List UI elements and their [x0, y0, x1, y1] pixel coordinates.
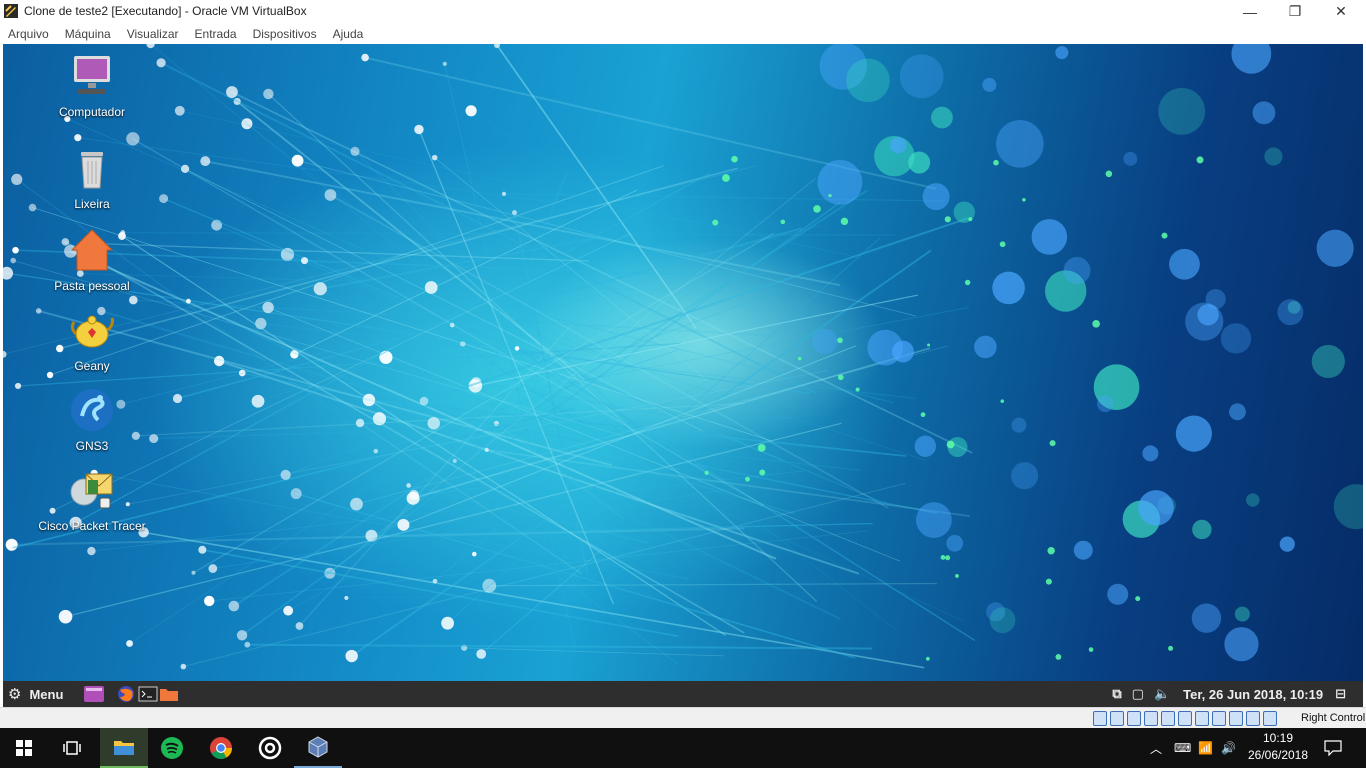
wifi-icon[interactable]: 📶 [1198, 728, 1213, 768]
packet-tracer-icon [70, 473, 113, 509]
menu-entrada[interactable]: Entrada [195, 27, 237, 41]
virtualbox-icon [308, 736, 328, 758]
device-status-icons [1093, 711, 1280, 726]
desktop-icon-label: Computador [58, 105, 126, 119]
desktop-icon-computador[interactable]: Computador [37, 52, 147, 119]
chrome-icon [210, 737, 232, 759]
host-key-label: Right Control [1301, 712, 1366, 724]
network-adapter-icon[interactable] [1144, 711, 1158, 726]
desktop-icon-cisco-packet-tracer[interactable]: Cisco Packet Tracer [37, 466, 147, 533]
close-button[interactable]: ✕ [1318, 0, 1364, 23]
geany-icon [70, 315, 114, 348]
desktop-icon-geany[interactable]: Geany [37, 306, 147, 373]
guest-menu-button[interactable]: ⚙ Menu [8, 685, 63, 703]
keyboard-capture-icon[interactable] [1263, 711, 1277, 726]
virtualbox-status-bar: Right Control [0, 707, 1366, 729]
guest-screen[interactable]: Computador Lixeira Pasta pessoal Geany G… [3, 44, 1363, 707]
desktop-wallpaper [3, 44, 1363, 670]
desktop-icon-label: Lixeira [74, 197, 110, 211]
taskbar-time: 10:19 [1262, 731, 1294, 745]
window-title: Clone de teste2 [Executando] - Oracle VM… [24, 4, 307, 18]
show-hidden-icons-button[interactable]: ︿ [1150, 728, 1162, 768]
start-button[interactable] [0, 728, 48, 768]
firefox-icon[interactable] [117, 685, 135, 703]
file-manager-icon[interactable] [159, 685, 179, 703]
guest-menu-label: Menu [29, 686, 64, 702]
minimize-button[interactable]: — [1227, 0, 1273, 23]
display-icon[interactable]: ⊟ [1335, 686, 1346, 702]
desktop-icon-lixeira[interactable]: Lixeira [37, 144, 147, 211]
menu-visualizar[interactable]: Visualizar [127, 27, 179, 41]
task-view-button[interactable] [48, 728, 96, 768]
terminal-icon[interactable] [138, 685, 158, 703]
network-icon[interactable]: ⧉ [1112, 686, 1121, 702]
trash-icon [81, 152, 103, 189]
taskbar-clock[interactable]: 10:19 26/06/2018 [1238, 730, 1318, 764]
groove-button[interactable] [246, 728, 294, 768]
desktop-icon-label: GNS3 [75, 439, 109, 453]
start-icon [16, 740, 32, 756]
virtualbox-app-icon [4, 4, 18, 18]
window-title-bar: Clone de teste2 [Executando] - Oracle VM… [0, 0, 1366, 23]
menu-arquivo[interactable]: Arquivo [8, 27, 49, 41]
menu-dispositivos[interactable]: Dispositivos [253, 27, 317, 41]
guest-clock[interactable]: Ter, 26 Jun 2018, 10:19 [1183, 687, 1323, 702]
desktop-icon-label: Pasta pessoal [54, 279, 130, 293]
restore-button[interactable]: ❐ [1272, 0, 1318, 23]
menu-maquina[interactable]: Máquina [65, 27, 111, 41]
spotify-icon [161, 737, 183, 759]
virtualbox-button[interactable] [294, 728, 342, 768]
virtualization-icon[interactable] [1229, 711, 1243, 726]
shared-folders-icon[interactable] [1178, 711, 1192, 726]
gns3-icon [71, 389, 113, 431]
speaker-icon[interactable]: 🔊 [1221, 728, 1236, 768]
show-desktop-icon[interactable] [83, 685, 105, 703]
notification-icon [1324, 740, 1342, 756]
guest-tray: ⧉ ▢ 🔈 Ter, 26 Jun 2018, 10:19 ⊟ [1107, 681, 1351, 707]
hard-disk-icon[interactable] [1093, 711, 1107, 726]
menu-bar: Arquivo Máquina Visualizar Entrada Dispo… [0, 23, 1366, 44]
keyboard-icon[interactable]: ⌨ [1174, 728, 1191, 768]
taskbar-date: 26/06/2018 [1247, 748, 1309, 762]
spotify-button[interactable] [148, 728, 196, 768]
optical-drive-icon[interactable] [1110, 711, 1124, 726]
action-center-button[interactable] [1324, 728, 1342, 768]
mouse-integration-icon[interactable] [1246, 711, 1260, 726]
workspace-icon[interactable]: ▢ [1132, 686, 1144, 702]
desktop-icon-label: Geany [74, 359, 110, 373]
home-folder-icon [70, 229, 114, 271]
audio-icon[interactable] [1127, 711, 1141, 726]
chrome-button[interactable] [197, 728, 245, 768]
desktop-icon-label: Cisco Packet Tracer [38, 519, 146, 533]
computer-icon [74, 56, 110, 94]
file-explorer-icon [114, 741, 134, 755]
guest-panel: ⚙ Menu ⧉ ▢ 🔈 Ter, 26 Jun 2018, 10:19 ⊟ [3, 681, 1363, 707]
desktop-icon-gns3[interactable]: GNS3 [37, 386, 147, 453]
volume-icon[interactable]: 🔈 [1154, 686, 1170, 702]
file-explorer-button[interactable] [100, 728, 148, 768]
windows-taskbar: ︿ ⌨ 📶 🔊 10:19 26/06/2018 [0, 728, 1366, 768]
gear-icon: ⚙ [8, 686, 22, 703]
menu-ajuda[interactable]: Ajuda [333, 27, 364, 41]
desktop-icon-pasta-pessoal[interactable]: Pasta pessoal [37, 226, 147, 293]
groove-icon [258, 736, 282, 760]
display-status-icon[interactable] [1195, 711, 1209, 726]
task-view-icon [63, 741, 81, 755]
video-capture-icon[interactable] [1212, 711, 1226, 726]
usb-icon[interactable] [1161, 711, 1175, 726]
chevron-up-icon: ︿ [1150, 741, 1163, 756]
